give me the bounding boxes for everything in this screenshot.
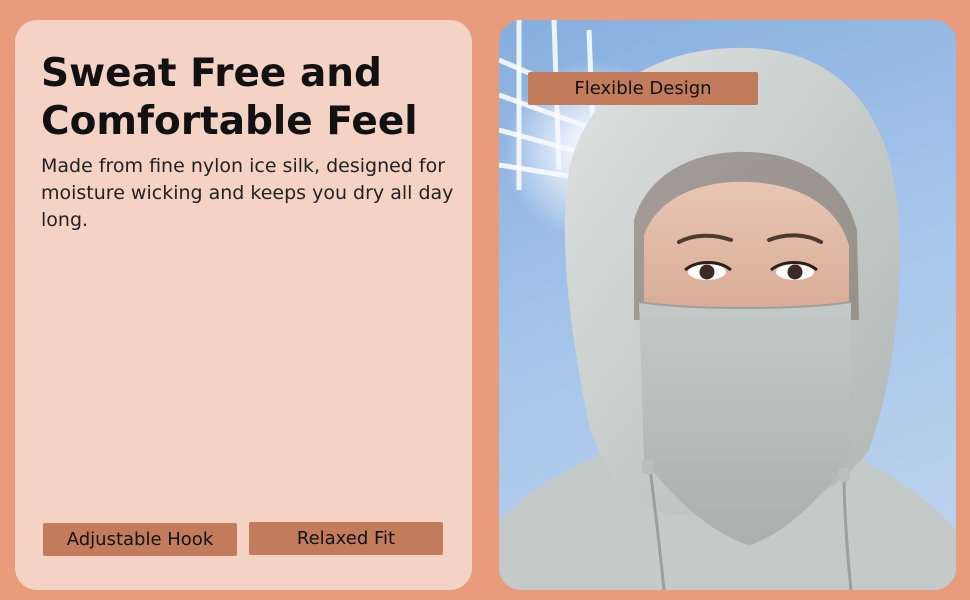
headline-line-1: Sweat Free and — [41, 51, 382, 96]
product-description: Made from fine nylon ice silk, designed … — [41, 155, 454, 231]
model-in-sun-protection-hoodie-image — [499, 20, 956, 590]
text-panel: Sweat Free and Comfortable Feel Made from… — [15, 20, 472, 590]
adjustable-hook-tag: Adjustable Hook — [43, 523, 237, 556]
flexible-design-tag: Flexible Design — [528, 72, 758, 105]
headline: Sweat Free and Comfortable Feel — [41, 50, 461, 146]
headline-line-2: Comfortable Feel — [41, 99, 418, 144]
relaxed-fit-tag: Relaxed Fit — [249, 522, 443, 555]
model-photo — [499, 20, 956, 590]
